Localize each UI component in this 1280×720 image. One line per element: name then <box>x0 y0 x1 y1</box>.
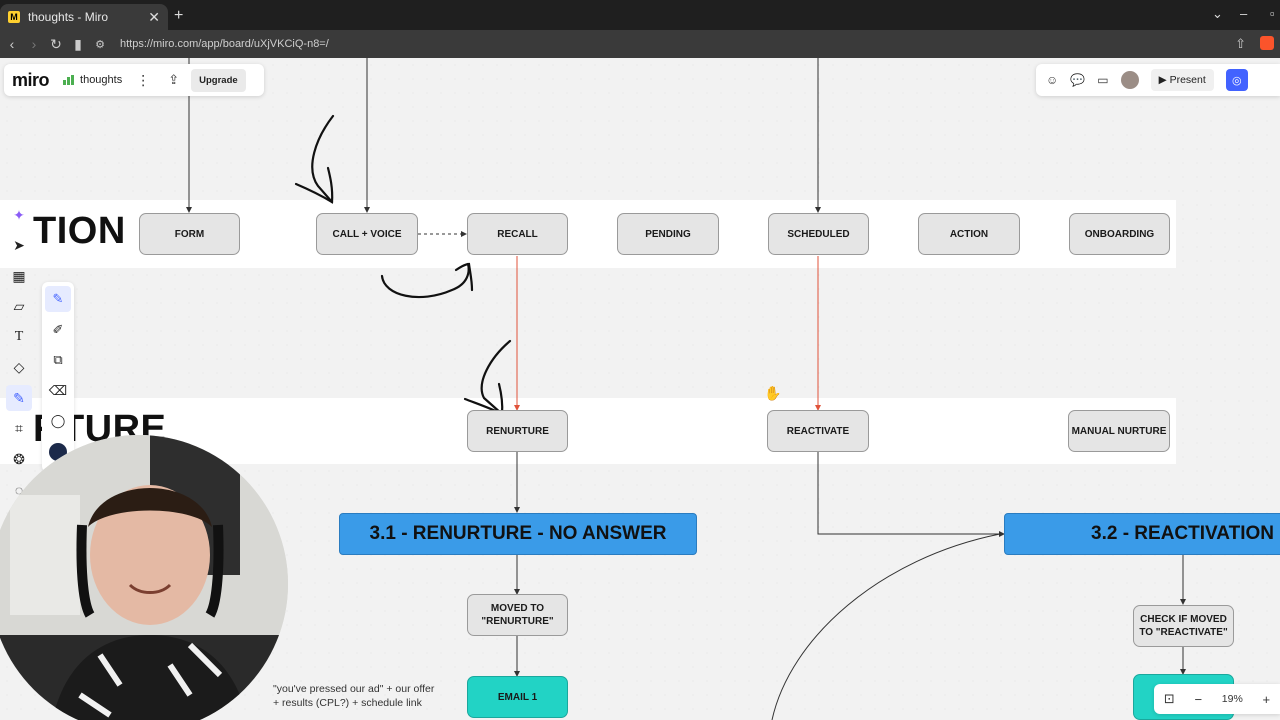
tab-search-chevron-icon[interactable]: ⌄ <box>1212 6 1223 22</box>
video-call-icon[interactable]: ▭ <box>1097 73 1108 87</box>
node-onboarding[interactable]: ONBOARDING <box>1069 213 1170 255</box>
node-manual-nurture[interactable]: MANUAL NURTURE <box>1068 410 1170 452</box>
node-action[interactable]: ACTION <box>918 213 1020 255</box>
email-note-line-1: "you've pressed our ad" + our offer <box>273 683 435 695</box>
pen-subtoolbar: ✎ ✐ ⧉ ⌫ ◯ <box>42 282 74 472</box>
tab-title: thoughts - Miro <box>28 10 109 24</box>
ai-sparkle-icon[interactable]: ✦ <box>6 202 32 228</box>
email-note[interactable]: "you've pressed our ad" + our offer + re… <box>273 682 434 710</box>
node-moved-line-1: MOVED TO <box>490 603 545 614</box>
brave-shield-icon[interactable] <box>1260 36 1274 50</box>
miro-logo[interactable]: miro <box>12 70 50 91</box>
board-header: miro thoughts ⋮ ⇪ Upgrade <box>4 64 264 96</box>
node-check-line-2: TO "REACTIVATE" <box>1139 627 1228 638</box>
reactions-icon[interactable]: ☺ <box>1046 73 1058 87</box>
section-renurture-no-answer[interactable]: 3.1 - RENURTURE - NO ANSWER <box>339 513 697 555</box>
board-name[interactable]: thoughts <box>80 74 122 86</box>
node-email-1[interactable]: EMAIL 1 <box>467 676 568 718</box>
miro-favicon-icon: M <box>8 11 20 23</box>
eraser-icon[interactable]: ⌫ <box>45 378 71 404</box>
browser-tab-bar: M thoughts - Miro ✕ + ⌄ – ▫ <box>0 0 1280 30</box>
share-globe-icon[interactable]: ◎ <box>1225 69 1248 91</box>
forward-icon[interactable]: › <box>24 36 44 52</box>
zoom-level[interactable]: 19% <box>1222 693 1243 705</box>
email-note-line-2: + results (CPL?) + schedule link <box>273 697 422 710</box>
present-label: Present <box>1169 74 1206 86</box>
new-tab-icon[interactable]: + <box>174 7 183 25</box>
share-page-icon[interactable]: ⇧ <box>1235 36 1246 52</box>
node-moved-line-2: "RENURTURE" <box>481 616 554 627</box>
node-check-if-moved[interactable]: CHECK IF MOVED TO "REACTIVATE" <box>1133 605 1234 647</box>
back-icon[interactable]: ‹ <box>2 36 22 52</box>
more-options-icon[interactable]: ⋮ <box>136 72 150 89</box>
templates-icon[interactable]: ▦ <box>6 263 32 289</box>
zoom-controls: ⊡ − 19% + <box>1154 684 1280 714</box>
collab-toolbar: ☺ 💬 ▭ ▶ Present ◎ <box>1036 64 1280 96</box>
frame-tool-icon[interactable]: ⌗ <box>6 416 32 442</box>
hand-drawn-strokes <box>294 114 512 416</box>
node-scheduled[interactable]: SCHEDULED <box>768 213 869 255</box>
lasso-icon[interactable]: ◯ <box>45 408 71 434</box>
address-bar-actions: ⇧ <box>1235 36 1274 52</box>
highlighter-icon[interactable]: ✐ <box>45 317 71 343</box>
user-avatar[interactable] <box>1120 71 1139 89</box>
node-check-line-1: CHECK IF MOVED <box>1140 614 1227 625</box>
select-tool-icon[interactable]: ➤ <box>6 233 32 259</box>
maximize-window-icon[interactable]: ▫ <box>1270 6 1275 21</box>
board-status-icon <box>63 75 75 85</box>
browser-tab[interactable]: M thoughts - Miro ✕ <box>0 4 168 30</box>
comments-icon[interactable]: 💬 <box>1070 73 1085 87</box>
node-moved-to-renurture[interactable]: MOVED TO "RENURTURE" <box>467 594 568 636</box>
bookmark-icon[interactable]: ▮ <box>68 36 88 53</box>
node-pending[interactable]: PENDING <box>617 213 719 255</box>
reload-icon[interactable]: ↻ <box>46 36 66 53</box>
present-button[interactable]: ▶ Present <box>1150 69 1214 91</box>
export-icon[interactable]: ⇪ <box>168 72 179 88</box>
site-settings-icon[interactable]: ⚙ <box>90 38 110 51</box>
left-toolbar: ✦ ➤ ▦ ▱ T ◇ ✎ ⌗ ❂ ◌ <box>4 202 34 512</box>
node-recall[interactable]: RECALL <box>467 213 568 255</box>
section-reactivation[interactable]: 3.2 - REACTIVATION <box>1004 513 1280 555</box>
upgrade-button[interactable]: Upgrade <box>191 68 246 92</box>
zoom-in-icon[interactable]: + <box>1263 692 1271 707</box>
node-call-voice[interactable]: CALL + VOICE <box>316 213 418 255</box>
sticky-note-icon[interactable]: ▱ <box>6 294 32 320</box>
node-renurture[interactable]: RENURTURE <box>467 410 568 452</box>
minimize-window-icon[interactable]: – <box>1240 6 1247 21</box>
url-field[interactable]: https://miro.com/app/board/uXjVKCiQ-n8=/ <box>120 38 329 50</box>
lane-title-top: TION <box>33 210 126 252</box>
node-reactivate[interactable]: REACTIVATE <box>767 410 869 452</box>
hand-cursor-icon: ✋ <box>764 385 782 401</box>
apps-icon[interactable]: ❂ <box>6 446 32 472</box>
address-bar: ‹ › ↻ ▮ ⚙ https://miro.com/app/board/uXj… <box>0 30 1280 58</box>
pen-tool-icon[interactable]: ✎ <box>6 385 32 411</box>
pen-icon[interactable]: ✎ <box>45 286 71 312</box>
close-tab-icon[interactable]: ✕ <box>148 9 160 26</box>
zoom-out-icon[interactable]: − <box>1194 692 1202 707</box>
fit-to-screen-icon[interactable]: ⊡ <box>1164 691 1175 707</box>
text-tool-icon[interactable]: T <box>6 324 32 350</box>
smart-drawing-icon[interactable]: ⧉ <box>45 347 71 373</box>
shapes-tool-icon[interactable]: ◇ <box>6 355 32 381</box>
node-form[interactable]: FORM <box>139 213 240 255</box>
